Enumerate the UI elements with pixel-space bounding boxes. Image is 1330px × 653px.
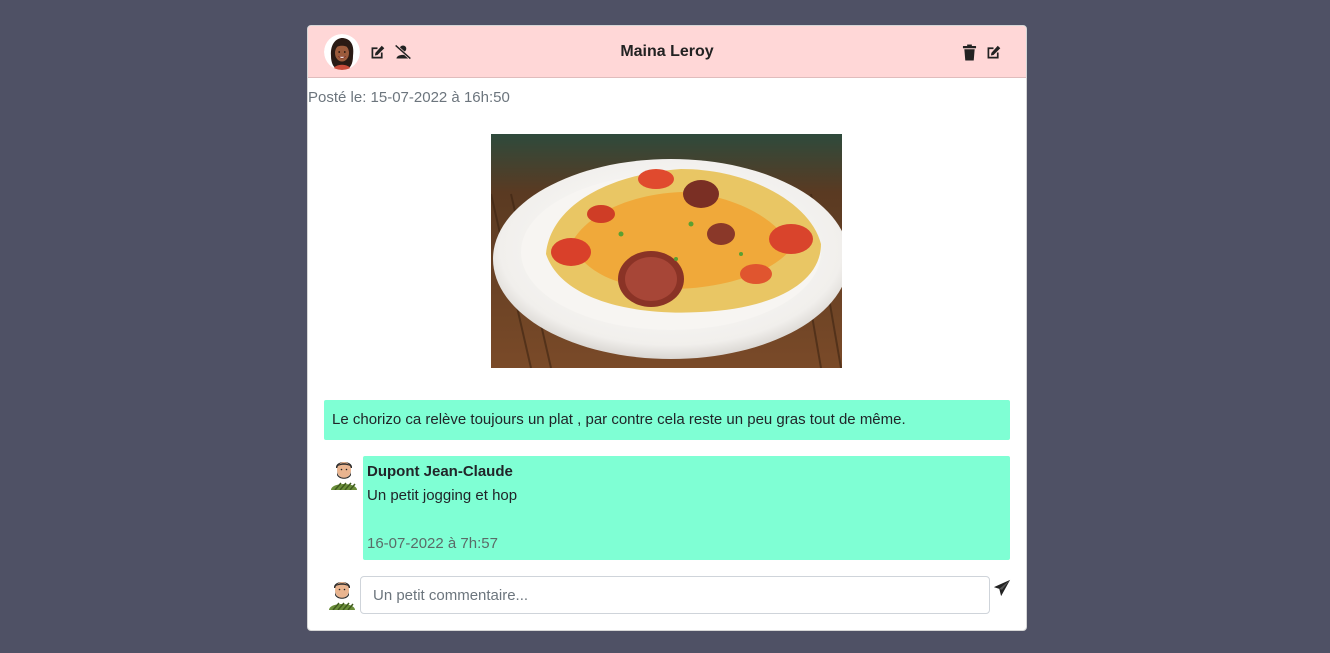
post-text: Le chorizo ca relève toujours un plat , … bbox=[324, 400, 1010, 440]
current-user-avatar bbox=[325, 576, 359, 610]
post-author-name: Maina Leroy bbox=[620, 43, 714, 60]
user-slash-icon[interactable] bbox=[394, 43, 412, 61]
comment-author: Dupont Jean-Claude bbox=[367, 463, 513, 480]
comment-input[interactable] bbox=[360, 576, 990, 614]
comment-date: 16-07-2022 à 7h:57 bbox=[367, 535, 498, 552]
header-right-actions bbox=[960, 43, 1002, 61]
comment-text: Un petit jogging et hop bbox=[367, 487, 518, 504]
comment-item: Dupont Jean-Claude Un petit jogging et h… bbox=[363, 456, 1010, 560]
author-avatar[interactable] bbox=[324, 34, 360, 70]
commenter-avatar[interactable] bbox=[327, 456, 361, 490]
trash-icon[interactable] bbox=[960, 43, 978, 61]
edit-profile-icon[interactable] bbox=[368, 43, 386, 61]
post-card: Maina Leroy Posté le: 15-07-2022 à 16h:5… bbox=[307, 25, 1027, 631]
post-header: Maina Leroy bbox=[308, 26, 1026, 78]
header-left-actions bbox=[324, 34, 412, 70]
edit-post-icon[interactable] bbox=[984, 43, 1002, 61]
post-date: Posté le: 15-07-2022 à 16h:50 bbox=[308, 89, 510, 106]
post-image bbox=[491, 134, 842, 368]
send-icon[interactable] bbox=[993, 579, 1011, 597]
